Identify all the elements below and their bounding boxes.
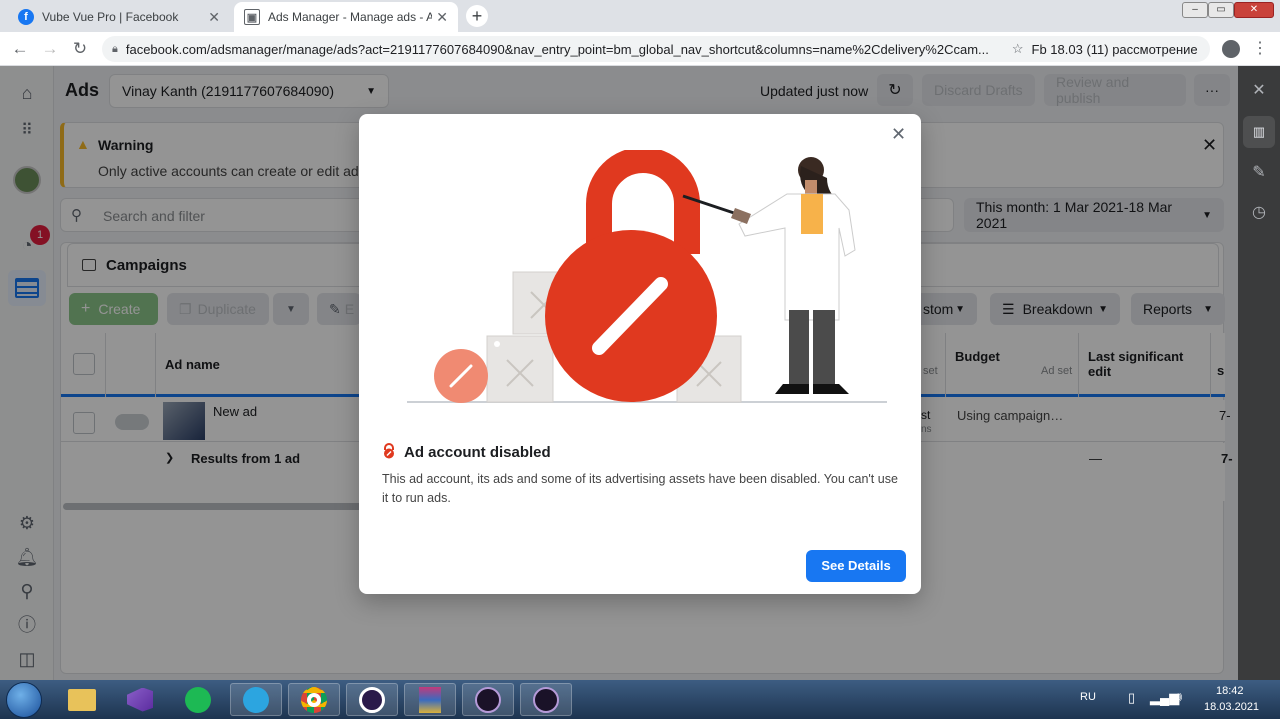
right-side-panel: ✕ ▥ ✎ ◷ [1238, 66, 1280, 680]
close-tab-icon[interactable]: ✕ [208, 9, 220, 26]
hexagon-app-icon[interactable] [520, 683, 572, 716]
facebook-icon: f [18, 9, 34, 25]
tab-facebook[interactable]: f Vube Vue Pro | Facebook ✕ [8, 2, 230, 32]
tray-device-icon[interactable]: ▯ [1128, 690, 1135, 706]
browser-tab-bar: f Vube Vue Pro | Facebook ✕ ▣ Ads Manage… [0, 0, 1280, 32]
hexagon-app-icon[interactable] [462, 683, 514, 716]
address-bar-row: ← → ↻ 🔒︎ facebook.com/adsmanager/manage/… [0, 32, 1280, 66]
spotify-icon[interactable] [172, 683, 224, 716]
locked-account-illustration [407, 150, 887, 403]
language-indicator[interactable]: RU [1080, 691, 1096, 703]
tab-title: Ads Manager - Manage ads - Ad [268, 10, 432, 24]
file-explorer-icon[interactable] [56, 683, 108, 716]
back-icon[interactable]: ← [10, 39, 30, 59]
window-close-button[interactable]: ✕ [1234, 2, 1274, 18]
clock-date[interactable]: 18.03.2021 [1204, 701, 1259, 713]
see-details-button[interactable]: See Details [806, 550, 906, 582]
ads-manager-tab-icon: ▣ [244, 9, 260, 25]
clock-time[interactable]: 18:42 [1216, 685, 1244, 697]
winrar-icon[interactable] [404, 683, 456, 716]
windows-taskbar: RU ▯ ▂▄▆ 🔊︎ 18:42 18.03.2021 [0, 680, 1280, 719]
chart-icon[interactable]: ▥ [1243, 116, 1275, 148]
maximize-button[interactable]: ▭ [1208, 2, 1234, 18]
tab-title: Vube Vue Pro | Facebook [42, 10, 179, 24]
close-tab-icon[interactable]: ✕ [436, 9, 448, 26]
ad-account-disabled-dialog: ✕ Ad account disabled This ad account, i… [359, 114, 921, 594]
close-panel-icon[interactable]: ✕ [1248, 80, 1270, 102]
url-text: facebook.com/adsmanager/manage/ads?act=2… [125, 41, 989, 57]
url-bar[interactable]: 🔒︎ facebook.com/adsmanager/manage/ads?ac… [102, 36, 1210, 62]
close-dialog-icon[interactable]: ✕ [891, 124, 906, 145]
profile-icon[interactable] [1222, 40, 1240, 58]
start-button[interactable] [6, 682, 42, 718]
volume-icon[interactable]: 🔊︎ [1174, 689, 1182, 705]
pencil-icon[interactable]: ✎ [1248, 162, 1270, 184]
forward-icon[interactable]: → [40, 39, 60, 59]
telegram-icon[interactable] [230, 683, 282, 716]
dialog-body: This ad account, its ads and some of its… [382, 472, 898, 505]
chrome-icon[interactable] [288, 683, 340, 716]
star-icon[interactable]: ☆ [1012, 41, 1024, 57]
minimize-button[interactable]: – [1182, 2, 1208, 18]
clock-icon[interactable]: ◷ [1248, 202, 1270, 224]
bookmark-label[interactable]: Fb 18.03 (11) рассмотрение [1032, 42, 1198, 57]
visual-studio-icon[interactable] [114, 683, 166, 716]
reload-icon[interactable]: ↻ [70, 39, 90, 59]
app-icon[interactable] [346, 683, 398, 716]
new-tab-button[interactable]: + [466, 5, 488, 27]
lock-icon: 🔒︎ [112, 42, 118, 55]
menu-dots-icon[interactable]: ⋮ [1252, 38, 1268, 58]
lock-alert-icon [382, 443, 396, 459]
dialog-title: Ad account disabled [404, 444, 551, 461]
tab-ads-manager[interactable]: ▣ Ads Manager - Manage ads - Ad ✕ [234, 2, 458, 32]
